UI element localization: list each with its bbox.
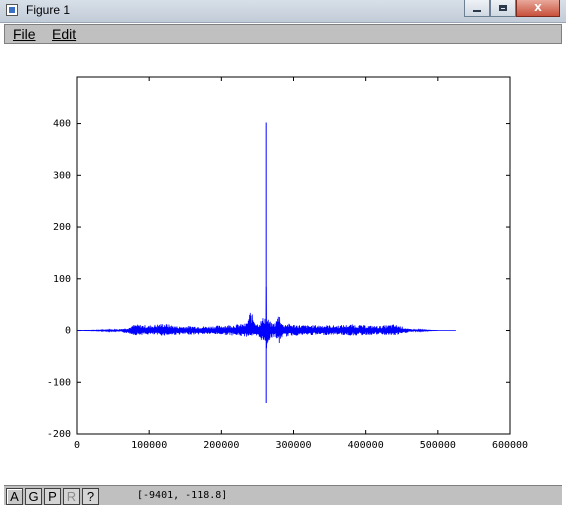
window-title: Figure 1 xyxy=(26,3,71,17)
pan-button[interactable]: P xyxy=(44,488,61,505)
menu-bar: File Edit xyxy=(4,24,562,44)
plot-canvas[interactable]: 0 100000 200000 300000 400000 500000 600000 -20… xyxy=(4,45,562,483)
menu-edit-label: Edit xyxy=(52,26,77,42)
y-tick-label: 400 xyxy=(53,119,71,130)
minimize-button[interactable] xyxy=(464,0,490,17)
x-tick-label: 500000 xyxy=(420,440,456,451)
x-tick-label: 0 xyxy=(74,440,80,451)
y-tick-label: 0 xyxy=(65,326,71,337)
y-tick-label: -100 xyxy=(47,377,71,388)
y-tick-label: 200 xyxy=(53,222,71,233)
cursor-coordinates: [-9401, -118.8] xyxy=(137,490,228,501)
title-bar[interactable]: Figure 1 X xyxy=(0,0,566,23)
menu-edit[interactable]: Edit xyxy=(52,26,76,42)
x-tick-label: 200000 xyxy=(203,440,239,451)
x-tick-label: 600000 xyxy=(492,440,528,451)
rotate-button[interactable]: R xyxy=(63,488,80,505)
plot-area[interactable]: 0 100000 200000 300000 400000 500000 600000 -20… xyxy=(4,45,562,483)
close-button[interactable]: X xyxy=(516,0,560,17)
y-tick-label: -200 xyxy=(47,429,71,440)
axes-box xyxy=(76,76,511,435)
x-tick-label: 100000 xyxy=(131,440,167,451)
help-button[interactable]: ? xyxy=(82,488,99,505)
x-tick-label: 300000 xyxy=(275,440,311,451)
grid-toggle-button[interactable]: G xyxy=(25,488,42,505)
y-tick-label: 300 xyxy=(53,170,71,181)
menu-file[interactable]: File xyxy=(13,26,36,42)
menu-file-label: File xyxy=(13,26,36,42)
x-tick-label: 400000 xyxy=(348,440,384,451)
figure-window-icon[interactable] xyxy=(6,4,18,16)
figure-window: Figure 1 X File Edit 0 100000 200000 300000… xyxy=(0,0,566,505)
window-controls: X xyxy=(464,0,560,18)
maximize-button[interactable] xyxy=(490,0,516,17)
y-tick-label: 100 xyxy=(53,274,71,285)
autoscale-button[interactable]: A xyxy=(6,488,23,505)
bottom-toolbar: A G P R ? [-9401, -118.8] xyxy=(4,485,562,505)
